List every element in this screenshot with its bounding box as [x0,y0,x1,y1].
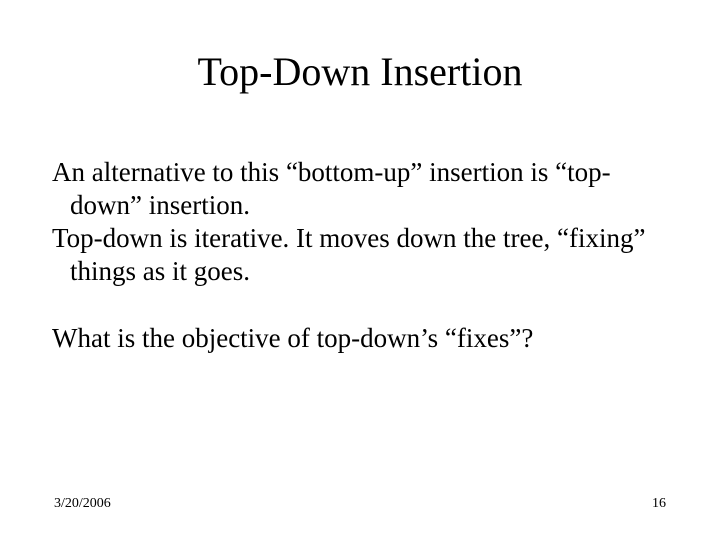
slide-body: An alternative to this “bottom-up” inser… [52,156,668,355]
slide: Top-Down Insertion An alternative to thi… [0,0,720,540]
body-paragraph-1: An alternative to this “bottom-up” inser… [52,156,668,222]
footer-page-number: 16 [652,496,666,512]
body-paragraph-2: Top-down is iterative. It moves down the… [52,222,668,288]
body-paragraph-3: What is the objective of top-down’s “fix… [52,322,668,355]
slide-title: Top-Down Insertion [0,48,720,95]
footer-date: 3/20/2006 [54,496,111,512]
paragraph-spacer [52,288,668,322]
